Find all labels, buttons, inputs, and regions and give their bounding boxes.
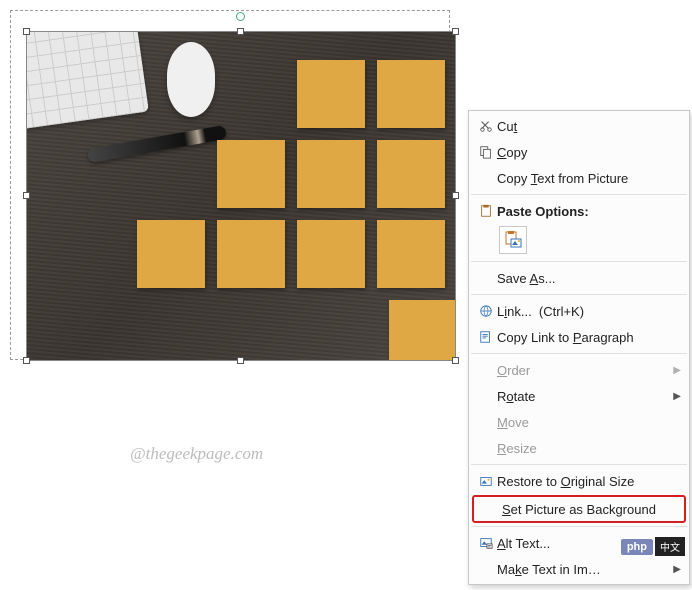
restore-icon	[475, 474, 497, 488]
menu-label: Copy Link to Paragraph	[497, 330, 681, 345]
watermark-text: @thegeekpage.com	[130, 444, 263, 464]
resize-handle[interactable]	[452, 357, 459, 364]
menu-copy-link-to-paragraph[interactable]: Copy Link to Paragraph	[469, 324, 689, 350]
menu-rotate[interactable]: Rotate ▶	[469, 383, 689, 409]
menu-paste-options-header: Paste Options:	[469, 198, 689, 224]
menu-label: Make Text in Im…	[497, 562, 669, 577]
menu-save-as[interactable]: Save As...	[469, 265, 689, 291]
menu-label: Order	[497, 363, 669, 378]
menu-label: Rotate	[497, 389, 669, 404]
menu-label: Resize	[497, 441, 681, 456]
php-badge: php	[621, 539, 653, 555]
paragraph-link-icon	[475, 330, 497, 344]
resize-handle[interactable]	[237, 28, 244, 35]
submenu-arrow-icon: ▶	[673, 365, 681, 376]
menu-label: Set Picture as Background	[502, 502, 676, 517]
menu-resize: Resize	[469, 435, 689, 461]
paste-options-row	[469, 224, 689, 258]
menu-set-picture-as-background[interactable]: Set Picture as Background	[474, 497, 684, 521]
menu-label: Cut	[497, 119, 681, 134]
menu-separator	[471, 194, 687, 195]
menu-label: Copy Text from Picture	[497, 171, 681, 186]
resize-handle[interactable]	[237, 357, 244, 364]
cut-icon	[475, 119, 497, 133]
copy-icon	[475, 145, 497, 159]
mouse-graphic	[167, 42, 215, 117]
resize-handle[interactable]	[23, 192, 30, 199]
menu-separator	[471, 294, 687, 295]
context-menu: Cut Copy Copy Text from Picture Paste Op…	[468, 110, 690, 585]
menu-separator	[471, 526, 687, 527]
resize-handle[interactable]	[452, 28, 459, 35]
resize-handle[interactable]	[23, 28, 30, 35]
resize-handle[interactable]	[23, 357, 30, 364]
link-icon	[475, 304, 497, 318]
menu-label: Link... (Ctrl+K)	[497, 304, 681, 319]
menu-separator	[471, 261, 687, 262]
menu-label: Copy	[497, 145, 681, 160]
image-selection[interactable]	[26, 31, 456, 361]
menu-separator	[471, 464, 687, 465]
highlighted-item: Set Picture as Background	[472, 495, 686, 523]
menu-link[interactable]: Link... (Ctrl+K)	[469, 298, 689, 324]
paste-icon	[475, 204, 497, 218]
submenu-arrow-icon: ▶	[673, 391, 681, 402]
rotate-handle[interactable]	[236, 12, 245, 21]
menu-restore-original-size[interactable]: Restore to Original Size	[469, 468, 689, 494]
submenu-arrow-icon: ▶	[673, 564, 681, 575]
paste-picture-button[interactable]	[499, 226, 527, 254]
menu-label: Restore to Original Size	[497, 474, 681, 489]
overlay-badges: php 中文	[621, 537, 685, 556]
menu-copy[interactable]: Copy	[469, 139, 689, 165]
menu-label: Save As...	[497, 271, 681, 286]
picture-content	[27, 32, 455, 360]
menu-label: Paste Options:	[497, 204, 681, 219]
resize-handle[interactable]	[452, 192, 459, 199]
alt-text-icon	[475, 536, 497, 550]
menu-separator	[471, 353, 687, 354]
image-canvas	[10, 10, 450, 360]
cn-badge: 中文	[655, 537, 685, 556]
menu-copy-text-from-picture[interactable]: Copy Text from Picture	[469, 165, 689, 191]
menu-make-text-in-image[interactable]: Make Text in Im… ▶	[469, 556, 689, 582]
menu-cut[interactable]: Cut	[469, 113, 689, 139]
menu-order: Order ▶	[469, 357, 689, 383]
menu-move: Move	[469, 409, 689, 435]
menu-label: Move	[497, 415, 681, 430]
